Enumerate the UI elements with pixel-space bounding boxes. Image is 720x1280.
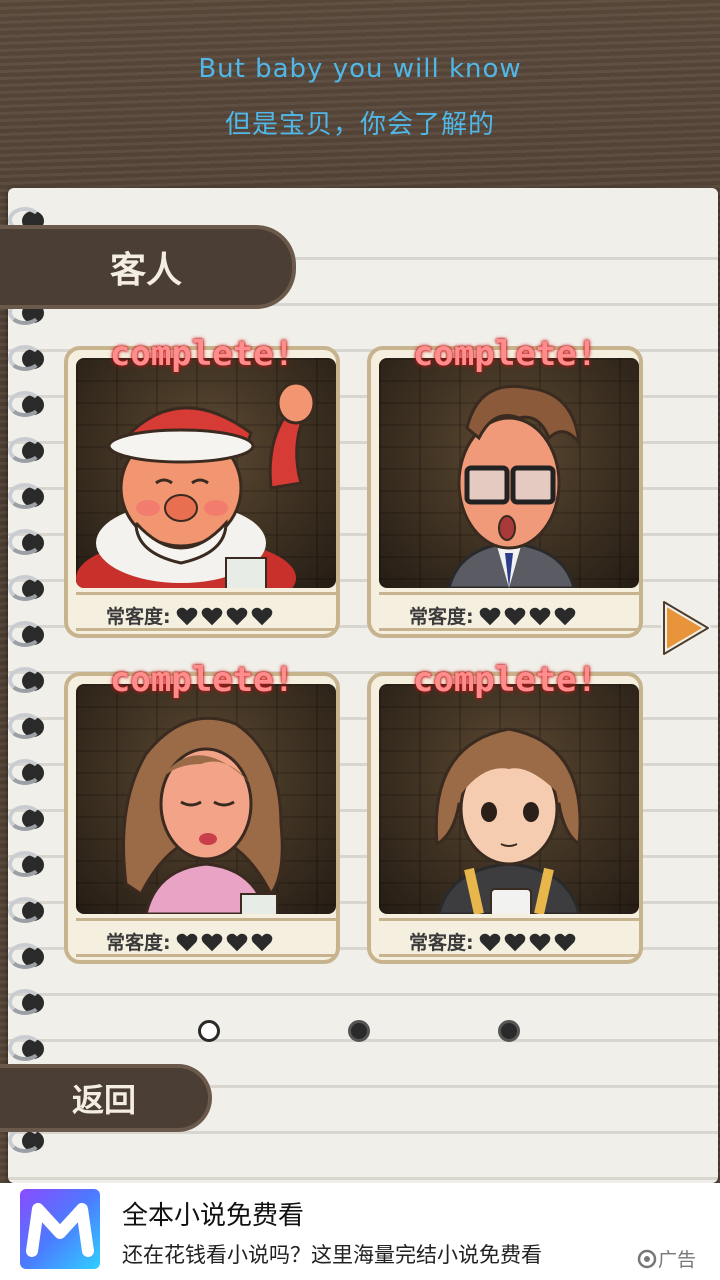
heart-icon [479, 932, 501, 952]
card-divider [379, 592, 639, 595]
complete-label: complete! [109, 334, 295, 374]
complete-label: complete! [412, 334, 598, 374]
heart-icon [529, 606, 551, 626]
affinity-row: 常客度: [409, 928, 576, 955]
spiral-ring [6, 757, 46, 787]
affinity-row: 常客度: [106, 928, 273, 955]
customer-card-curly-hair-woman[interactable]: complete! 常客度: [64, 660, 340, 964]
subtitle-chinese: 但是宝贝，你会了解的 [224, 110, 495, 140]
app-logo-icon[interactable] [20, 1189, 100, 1269]
spiral-ring [6, 987, 46, 1017]
spiral-binding [6, 205, 46, 1165]
card-divider [379, 918, 639, 921]
complete-label: complete! [412, 660, 598, 700]
complete-label: complete! [109, 660, 295, 700]
affinity-label: 常客度: [106, 606, 171, 628]
ad-settings-icon [637, 1249, 657, 1268]
santa-portrait [76, 381, 316, 588]
page-dot-1[interactable] [198, 1020, 220, 1042]
spiral-ring [6, 711, 46, 741]
spiral-ring [6, 803, 46, 833]
affinity-label: 常客度: [106, 932, 171, 954]
ad-title[interactable]: 全本小说免费看 [122, 1195, 304, 1232]
heart-icon [176, 932, 198, 952]
spiral-ring [6, 435, 46, 465]
bob-hair-girl-portrait [434, 727, 582, 914]
ad-banner[interactable]: 全本小说免费看 还在花钱看小说吗？这里海量完结小说免费看 广告 [0, 1183, 720, 1280]
affinity-row: 常客度: [409, 602, 576, 629]
ad-badge: 广告 [636, 1245, 696, 1272]
spiral-ring [6, 941, 46, 971]
heart-icon [251, 932, 273, 952]
customer-card-glasses-man[interactable]: complete! 常客度: [367, 334, 643, 638]
affinity-label: 常客度: [409, 606, 474, 628]
customer-card-bob-hair-girl[interactable]: complete! 常客度: [367, 660, 643, 964]
card-divider [379, 954, 639, 957]
page-dot-3[interactable] [498, 1020, 520, 1042]
heart-icon [504, 932, 526, 952]
heart-icon [226, 932, 248, 952]
spiral-ring [6, 481, 46, 511]
spiral-ring [6, 573, 46, 603]
customer-portrait [379, 358, 639, 588]
heart-icon [554, 932, 576, 952]
card-divider [76, 628, 336, 631]
customer-portrait [76, 358, 336, 588]
heart-icon [251, 606, 273, 626]
affinity-label: 常客度: [409, 932, 474, 954]
customer-portrait [76, 684, 336, 914]
customer-card-santa[interactable]: complete! 常客度: [64, 334, 340, 638]
spiral-ring [6, 849, 46, 879]
card-divider [76, 954, 336, 957]
heart-rating [173, 606, 273, 626]
heart-rating [476, 606, 576, 626]
heart-icon [201, 606, 223, 626]
heart-rating [476, 932, 576, 952]
affinity-row: 常客度: [106, 602, 273, 629]
spiral-ring [6, 895, 46, 925]
curly-hair-woman-portrait [122, 716, 284, 914]
heart-icon [201, 932, 223, 952]
card-divider [76, 918, 336, 921]
ad-description[interactable]: 还在花钱看小说吗？这里海量完结小说免费看 [122, 1239, 542, 1269]
customer-portrait [379, 684, 639, 914]
subtitle-english: But baby you will know [198, 54, 522, 84]
heart-icon [226, 606, 248, 626]
heart-icon [176, 606, 198, 626]
spiral-ring [6, 1033, 46, 1063]
card-divider [379, 628, 639, 631]
spiral-ring [6, 389, 46, 419]
glasses-man-portrait [447, 384, 582, 588]
back-button[interactable]: 返回 [0, 1064, 212, 1132]
spiral-ring [6, 665, 46, 695]
spiral-ring [6, 527, 46, 557]
heart-icon [479, 606, 501, 626]
ad-badge-label: 广告 [658, 1249, 697, 1271]
spiral-ring [6, 619, 46, 649]
heart-rating [173, 932, 273, 952]
heart-icon [529, 932, 551, 952]
card-divider [76, 592, 336, 595]
heart-icon [504, 606, 526, 626]
next-page-arrow-icon[interactable] [658, 596, 714, 660]
spiral-ring [6, 343, 46, 373]
page-title: 客人 [0, 225, 296, 309]
page-dot-2[interactable] [348, 1020, 370, 1042]
heart-icon [554, 606, 576, 626]
